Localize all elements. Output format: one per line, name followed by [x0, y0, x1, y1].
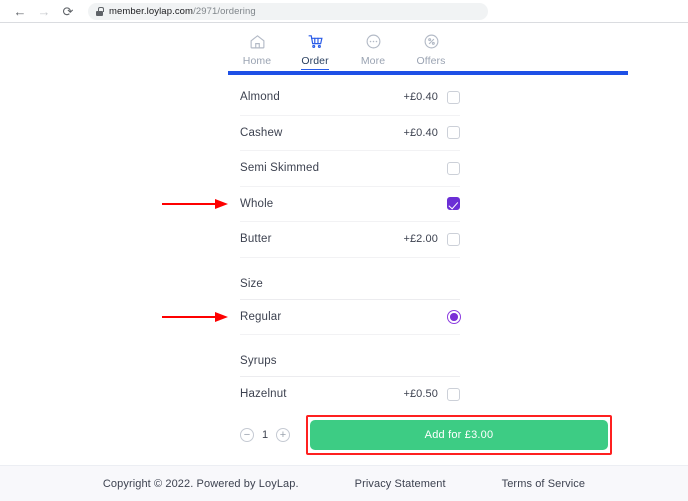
active-tab-rule: [228, 71, 628, 75]
annotation-arrow-whole: [162, 199, 234, 209]
url-domain: member.loylap.com: [109, 6, 193, 17]
add-button-wrapper: Add for £3.00: [306, 415, 612, 455]
option-checkbox-hazelnut[interactable]: [447, 388, 460, 401]
option-label: Semi Skimmed: [240, 162, 438, 174]
more-icon: [363, 31, 383, 51]
tab-home-label: Home: [243, 55, 271, 69]
option-row-regular[interactable]: Regular: [240, 300, 460, 336]
page-footer: Copyright © 2022. Powered by LoyLap. Pri…: [0, 465, 688, 501]
option-label: Butter: [240, 233, 403, 245]
section-title: Syrups: [240, 355, 460, 367]
tab-home[interactable]: Home: [228, 31, 286, 70]
back-arrow-icon[interactable]: ←: [8, 1, 32, 21]
option-price: +£0.40: [403, 127, 438, 139]
option-label: Hazelnut: [240, 388, 403, 400]
option-label: Regular: [240, 311, 438, 323]
address-bar[interactable]: member.loylap.com/2971/ordering: [88, 3, 488, 20]
lock-icon: [96, 7, 103, 16]
option-row-almond[interactable]: Almond +£0.40: [240, 80, 460, 116]
main-tabbar: Home Order: [0, 23, 688, 70]
option-row-butter[interactable]: Butter +£2.00: [240, 222, 460, 258]
percent-icon: [421, 31, 441, 51]
option-checkbox-almond[interactable]: [447, 91, 460, 104]
option-price: +£0.50: [403, 388, 438, 400]
tab-offers[interactable]: Offers: [402, 31, 460, 70]
add-to-order-bar: − 1 + Add for £3.00: [0, 413, 688, 457]
footer-copyright: Copyright © 2022. Powered by LoyLap.: [103, 478, 299, 490]
option-label: Cashew: [240, 127, 403, 139]
option-checkbox-whole[interactable]: [447, 197, 460, 210]
cart-icon: [305, 31, 325, 51]
option-checkbox-cashew[interactable]: [447, 126, 460, 139]
option-row-semi-skimmed[interactable]: Semi Skimmed: [240, 151, 460, 187]
tab-more[interactable]: More: [344, 31, 402, 70]
tab-order-label: Order: [301, 55, 328, 70]
url-text: member.loylap.com/2971/ordering: [109, 6, 256, 17]
section-heading-syrups: Syrups: [240, 346, 460, 377]
option-label: Almond: [240, 91, 403, 103]
option-price: +£2.00: [403, 233, 438, 245]
add-to-order-button[interactable]: Add for £3.00: [310, 420, 608, 450]
option-row-hazelnut[interactable]: Hazelnut +£0.50: [240, 377, 460, 410]
option-checkbox-semi-skimmed[interactable]: [447, 162, 460, 175]
option-label: Whole: [240, 198, 438, 210]
option-radio-regular[interactable]: [447, 310, 461, 324]
forward-arrow-icon[interactable]: →: [32, 1, 56, 21]
home-icon: [247, 31, 267, 51]
option-checkbox-butter[interactable]: [447, 233, 460, 246]
browser-toolbar: ← → ⟳ member.loylap.com/2971/ordering: [0, 0, 688, 22]
tab-order[interactable]: Order: [286, 31, 344, 70]
quantity-stepper: − 1 +: [240, 428, 290, 442]
option-row-whole[interactable]: Whole: [240, 187, 460, 223]
quantity-decrement-button[interactable]: −: [240, 428, 254, 442]
section-heading-size: Size: [240, 269, 460, 300]
option-row-cashew[interactable]: Cashew +£0.40: [240, 116, 460, 152]
footer-privacy-link[interactable]: Privacy Statement: [355, 478, 446, 490]
options-list: Almond +£0.40 Cashew +£0.40 Semi Skimmed…: [240, 70, 460, 410]
page-content: Home Order: [0, 23, 688, 501]
footer-terms-link[interactable]: Terms of Service: [502, 478, 586, 490]
section-title: Size: [240, 278, 460, 290]
tab-offers-label: Offers: [417, 55, 446, 69]
option-price: +£0.40: [403, 91, 438, 103]
url-path: /2971/ordering: [193, 6, 256, 17]
quantity-value: 1: [261, 429, 269, 441]
options-scroll-area[interactable]: Almond +£0.40 Cashew +£0.40 Semi Skimmed…: [0, 70, 688, 410]
quantity-increment-button[interactable]: +: [276, 428, 290, 442]
tab-more-label: More: [361, 55, 385, 69]
annotation-arrow-regular: [162, 312, 234, 322]
reload-icon[interactable]: ⟳: [56, 1, 80, 21]
